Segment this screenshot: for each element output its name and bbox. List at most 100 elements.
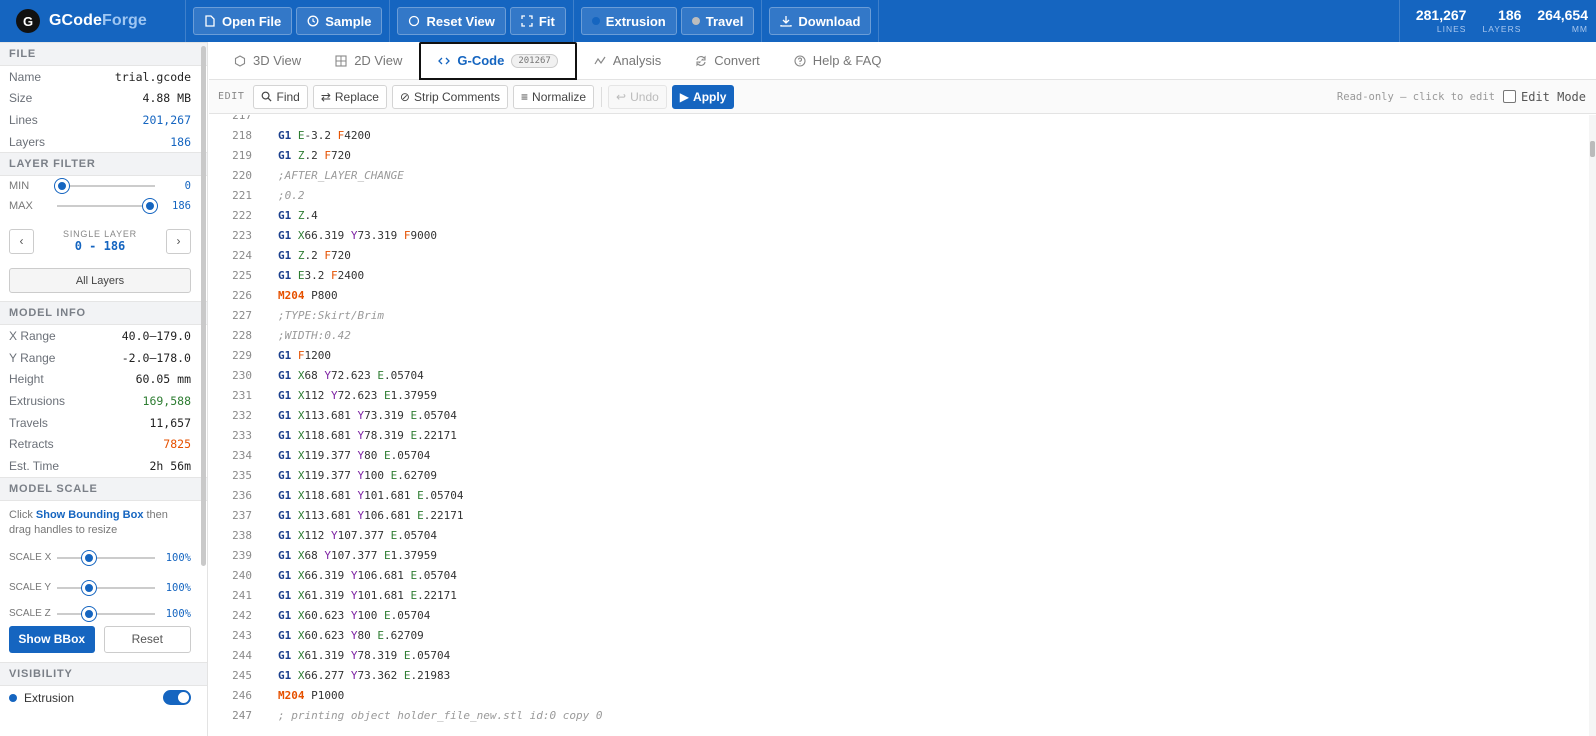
slider-handle[interactable] — [82, 550, 96, 565]
find-button[interactable]: Find — [253, 84, 308, 109]
apply-button[interactable]: ▶ Apply — [671, 84, 735, 109]
tab-gcode[interactable]: G-Code 201267 — [419, 41, 577, 80]
scale-y-slider[interactable] — [57, 580, 155, 595]
next-layer-button[interactable]: › — [166, 228, 191, 254]
code-token: G1 — [278, 388, 292, 402]
reset-scale-button[interactable]: Reset — [103, 625, 191, 653]
slider-handle[interactable] — [82, 580, 96, 595]
code-token: F — [297, 348, 305, 362]
code-line[interactable]: 228 ;WIDTH:0.42 — [209, 325, 1596, 345]
code-line[interactable]: 245 G1 X 66.277 Y 73.362 E .21983 — [209, 666, 1596, 686]
code-line[interactable]: 244 G1 X 61.319 Y 78.319 E .05704 — [209, 646, 1596, 666]
code-line[interactable]: 229 G1 F 1200 — [209, 345, 1596, 365]
all-layers-button[interactable]: All Layers — [9, 268, 191, 294]
code-line[interactable]: 241 G1 X 61.319 Y 101.681 E .22171 — [209, 586, 1596, 606]
code-line[interactable]: 233 G1 X 118.681 Y 78.319 E .22171 — [209, 426, 1596, 446]
layer-min-slider[interactable] — [55, 179, 155, 194]
code-line[interactable]: 240 G1 X 66.319 Y 106.681 E .05704 — [209, 566, 1596, 586]
code-line[interactable]: 246 M204 P1000 — [209, 686, 1596, 706]
code-line[interactable]: 237 G1 X 113.681 Y 106.681 E .22171 — [209, 506, 1596, 526]
code-line[interactable]: 218 G1 E -3.2 F 4200 — [209, 125, 1596, 145]
tab-3d-view[interactable]: 3D View — [217, 42, 318, 80]
row-key: Lines — [9, 112, 38, 127]
travel-toggle[interactable]: Travel — [680, 7, 755, 35]
extrusion-visibility-row: Extrusion — [0, 686, 207, 710]
code-line[interactable]: 217 — [209, 115, 1596, 125]
code-token: Y — [357, 449, 365, 463]
row-value: -2.0–178.0 — [121, 350, 191, 365]
code-line[interactable]: 239 G1 X 68 Y 107.377 E 1.37959 — [209, 546, 1596, 566]
line-number: 234 — [232, 449, 252, 463]
tab-analysis[interactable]: Analysis — [577, 42, 678, 80]
sample-button[interactable]: Sample — [296, 7, 383, 35]
code-line[interactable]: 224 G1 Z .2 F 720 — [209, 245, 1596, 265]
code-line[interactable]: 235 G1 X 119.377 Y 100 E .62709 — [209, 466, 1596, 486]
slider-handle[interactable] — [82, 606, 96, 621]
scale-y-value: 100% — [165, 581, 191, 594]
code-token: .2 — [304, 148, 325, 162]
undo-button[interactable]: ↩ Undo — [608, 84, 667, 109]
sidebar-scrollbar[interactable] — [201, 46, 206, 566]
reset-view-button[interactable]: Reset View — [397, 7, 506, 35]
code-token: 78.319 — [364, 429, 411, 443]
sample-label: Sample — [325, 13, 372, 29]
scale-x-slider[interactable] — [57, 550, 155, 565]
gcode-editor[interactable]: 217 218 G1 E -3.2 F 4200 219 G1 Z .2 F 720 220 ;AF… — [209, 115, 1596, 736]
tab-convert[interactable]: Convert — [678, 42, 777, 80]
code-line[interactable]: 238 G1 X 112 Y 107.377 E .05704 — [209, 526, 1596, 546]
code-line[interactable]: 231 G1 X 112 Y 72.623 E 1.37959 — [209, 385, 1596, 405]
edit-mode-checkbox[interactable] — [1502, 90, 1516, 103]
download-button[interactable]: Download — [769, 7, 872, 35]
code-token: 112 — [304, 388, 331, 402]
extrusions-row: Extrusions 169,588 — [0, 390, 207, 412]
chevron-left-icon: ‹ — [19, 234, 24, 249]
open-file-button[interactable]: Open File — [193, 7, 293, 35]
code-token: E — [297, 128, 305, 142]
code-line[interactable]: 234 G1 X 119.377 Y 80 E .05704 — [209, 446, 1596, 466]
line-number: 221 — [232, 188, 252, 202]
replace-button[interactable]: ⇄ Replace — [312, 84, 387, 109]
code-line[interactable]: 223 G1 X 66.319 Y 73.319 F 9000 — [209, 225, 1596, 245]
code-line[interactable]: 243 G1 X 60.623 Y 80 E .62709 — [209, 626, 1596, 646]
extrusion-visibility-toggle[interactable] — [163, 690, 191, 706]
normalize-button[interactable]: ≡ Normalize — [513, 84, 595, 109]
code-token: E — [377, 629, 384, 643]
scale-z-slider[interactable] — [57, 606, 155, 621]
prev-layer-button[interactable]: ‹ — [9, 228, 34, 254]
code-line[interactable]: 227 ;TYPE:Skirt/Brim — [209, 305, 1596, 325]
code-line[interactable]: 226 M204 P800 — [209, 285, 1596, 305]
code-line[interactable]: 232 G1 X 113.681 Y 73.319 E .05704 — [209, 405, 1596, 425]
show-bbox-button[interactable]: Show BBox — [9, 625, 95, 653]
code-token: F — [324, 248, 331, 262]
code-token: X — [297, 589, 305, 603]
code-line[interactable]: 247 ; printing object holder_file_new.stl… — [209, 706, 1596, 726]
hint-highlight: Show Bounding Box — [35, 508, 144, 521]
editor-scrollbar[interactable] — [1589, 115, 1596, 736]
code-line[interactable]: 236 G1 X 118.681 Y 101.681 E .05704 — [209, 486, 1596, 506]
x-range-row: X Range 40.0–179.0 — [0, 325, 207, 347]
code-line[interactable]: 221 ;0.2 — [209, 185, 1596, 205]
scrollbar-thumb[interactable] — [1590, 141, 1595, 157]
layer-max-slider[interactable] — [57, 199, 157, 214]
tab-2d-view[interactable]: 2D View — [318, 42, 419, 80]
code-token: 106.681 — [357, 569, 411, 583]
edit-mode-toggle[interactable]: Edit Mode — [1502, 90, 1586, 104]
row-value: 7825 — [163, 437, 191, 452]
code-line[interactable]: 219 G1 Z .2 F 720 — [209, 145, 1596, 165]
extrusion-toggle[interactable]: Extrusion — [580, 7, 677, 35]
tab-help[interactable]: Help & FAQ — [777, 42, 899, 80]
code-line[interactable]: 222 G1 Z .4 — [209, 205, 1596, 225]
line-number: 240 — [232, 569, 252, 583]
code-line[interactable]: 242 G1 X 60.623 Y 100 E .05704 — [209, 606, 1596, 626]
code-token: E — [377, 368, 384, 382]
code-line[interactable]: 230 G1 X 68 Y 72.623 E .05704 — [209, 365, 1596, 385]
fit-button[interactable]: Fit — [509, 7, 566, 35]
top-bar: G GCodeForge Open File Sample Reset View… — [0, 0, 1596, 42]
slider-handle[interactable] — [55, 179, 69, 194]
line-number: 245 — [232, 669, 252, 683]
code-line[interactable]: 220 ;AFTER_LAYER_CHANGE — [209, 165, 1596, 185]
strip-comments-button[interactable]: ⊘ Strip Comments — [391, 84, 509, 109]
code-line[interactable]: 225 G1 E 3.2 F 2400 — [209, 265, 1596, 285]
slider-handle[interactable] — [143, 199, 157, 214]
line-number: 242 — [232, 609, 252, 623]
